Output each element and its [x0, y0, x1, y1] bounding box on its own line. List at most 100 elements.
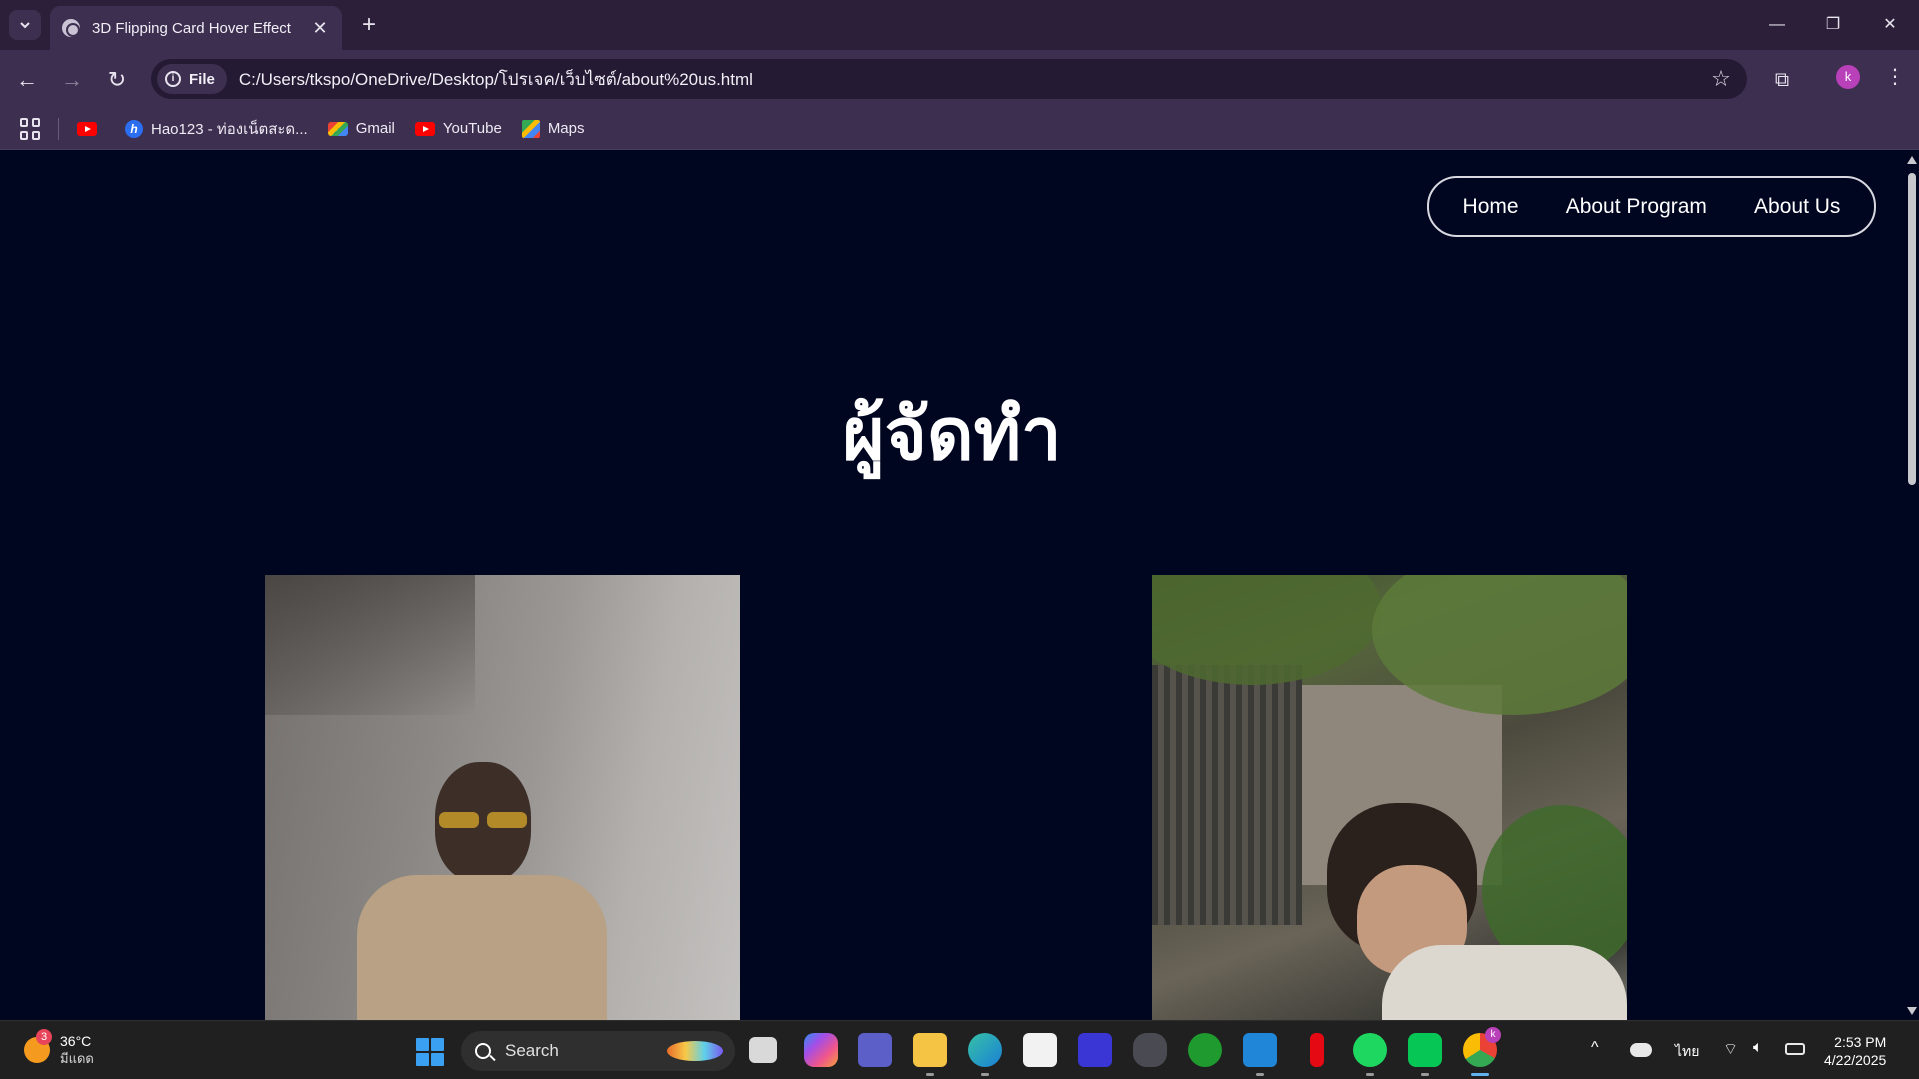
bookmark-label: YouTube [442, 120, 502, 137]
youtube-icon [414, 121, 435, 136]
globe-icon [62, 19, 80, 37]
clock-date: 4/22/2025 [1824, 1052, 1887, 1068]
running-indicator [926, 1073, 934, 1076]
tab-title: 3D Flipping Card Hover Effect [92, 19, 291, 37]
bookmark-gmail[interactable]: Gmail [327, 120, 395, 137]
extensions-puzzle-icon[interactable]: ⧉ [1764, 62, 1800, 98]
windows-start-icon[interactable] [416, 1038, 444, 1066]
chrome-icon[interactable]: k [1463, 1027, 1501, 1067]
bookmark-youtube-shortcut[interactable] [77, 121, 105, 136]
onedrive-cloud-icon[interactable] [1630, 1043, 1652, 1057]
running-indicator [981, 1073, 989, 1076]
bookmark-youtube[interactable]: YouTube [414, 120, 502, 137]
member-card-photo[interactable] [1152, 575, 1627, 1020]
chrome-profile-badge: k [1485, 1027, 1501, 1043]
nav-link-about-program[interactable]: About Program [1566, 195, 1707, 219]
person-shirt [1382, 945, 1627, 1020]
gmail-icon [327, 121, 348, 136]
battery-icon[interactable] [1785, 1043, 1805, 1055]
spotify-icon[interactable] [1353, 1033, 1387, 1067]
sunglasses [439, 812, 479, 828]
youtube-icon [77, 121, 97, 136]
photo-foliage [1152, 575, 1382, 685]
photo-wall-shadow [265, 575, 475, 715]
address-bar[interactable]: i File C:/Users/tkspo/OneDrive/Desktop/โ… [151, 59, 1747, 99]
bookmarks-bar: h Hao123 - ท่องเน็ตสะด... Gmail YouTube … [0, 108, 1919, 150]
task-view-icon[interactable] [749, 1037, 777, 1063]
line-icon[interactable] [1408, 1033, 1442, 1067]
copilot-icon[interactable] [804, 1033, 838, 1067]
wifi-icon[interactable]: ⌔ [1723, 1039, 1738, 1059]
new-tab-button[interactable]: + [354, 10, 384, 40]
teams-icon[interactable] [858, 1033, 892, 1067]
xbox-icon[interactable] [1188, 1033, 1222, 1067]
input-language[interactable]: ไทย [1675, 1041, 1699, 1063]
nav-link-about-us[interactable]: About Us [1754, 195, 1840, 219]
profile-avatar[interactable]: k [1836, 65, 1860, 89]
scrollbar-thumb[interactable] [1908, 173, 1916, 485]
netflix-icon[interactable] [1310, 1033, 1324, 1067]
photo-fence [1152, 665, 1302, 925]
browser-toolbar: ← → ↻ i File C:/Users/tkspo/OneDrive/Des… [0, 50, 1919, 108]
member-card-photo[interactable] [265, 575, 740, 1020]
tab-search-button[interactable] [9, 10, 41, 40]
weather-badge: 3 [36, 1029, 52, 1045]
back-button[interactable]: ← [9, 62, 45, 98]
taskbar-search-label: Search [505, 1041, 559, 1060]
browser-tab[interactable]: 3D Flipping Card Hover Effect ✕ [50, 6, 342, 50]
restore-button[interactable]: ❐ [1809, 8, 1857, 42]
taskbar-search[interactable]: Search [461, 1031, 735, 1071]
clock-time: 2:53 PM [1834, 1034, 1887, 1050]
reload-button[interactable]: ↻ [99, 62, 135, 98]
bookmark-star-icon[interactable]: ☆ [1703, 66, 1739, 92]
sunglasses [487, 812, 527, 828]
tab-close-icon[interactable]: ✕ [310, 18, 330, 39]
more-menu-icon[interactable]: ⋮ [1880, 62, 1910, 92]
page-viewport: Home About Program About Us ผู้จัดทำ [0, 151, 1904, 1020]
bookmark-label: Maps [547, 120, 585, 137]
running-indicator [1366, 1073, 1374, 1076]
scroll-down-arrow-icon[interactable] [1907, 1007, 1917, 1015]
taskbar-clock[interactable]: 2:53 PM 4/22/2025 [1824, 1033, 1886, 1069]
app-icon[interactable] [1078, 1033, 1112, 1067]
close-window-button[interactable]: ✕ [1866, 8, 1914, 42]
minimize-button[interactable]: — [1753, 8, 1801, 42]
bookmark-hao123[interactable]: h Hao123 - ท่องเน็ตสะด... [125, 117, 308, 141]
nav-link-home[interactable]: Home [1463, 195, 1519, 219]
site-info-label: File [189, 70, 215, 88]
site-navigation: Home About Program About Us [1427, 176, 1876, 237]
running-indicator [1421, 1073, 1429, 1076]
chevron-down-icon [20, 22, 30, 29]
url-text[interactable]: C:/Users/tkspo/OneDrive/Desktop/โปรเจค/เ… [239, 66, 1703, 93]
weather-description: มีแดด [60, 1051, 94, 1066]
file-explorer-icon[interactable] [913, 1033, 947, 1067]
running-indicator-active [1471, 1073, 1489, 1076]
maps-icon [521, 119, 540, 138]
running-indicator [1256, 1073, 1264, 1076]
browser-tab-bar: 3D Flipping Card Hover Effect ✕ + — ❐ ✕ [0, 0, 1919, 50]
forward-button[interactable]: → [54, 62, 90, 98]
bookmark-maps[interactable]: Maps [521, 119, 585, 138]
bookmark-label: Hao123 - ท่องเน็ตสะด... [151, 120, 308, 138]
bookmark-label: Gmail [355, 120, 395, 137]
windows-taskbar: 3 36°C มีแดด Search k ^ ไทย ⌔ 🔈︎ 2:53 PM… [0, 1020, 1919, 1079]
scroll-up-arrow-icon[interactable] [1907, 156, 1917, 164]
site-info-chip[interactable]: i File [157, 64, 227, 94]
volume-icon[interactable]: 🔈︎ [1753, 1039, 1763, 1057]
unity-icon[interactable] [1133, 1033, 1167, 1067]
page-scrollbar[interactable] [1904, 151, 1919, 1020]
weather-temperature: 36°C [60, 1033, 92, 1049]
weather-widget[interactable]: 3 36°C มีแดด [24, 1029, 94, 1067]
person-shirt [357, 875, 607, 1020]
search-icon [475, 1043, 491, 1059]
search-highlight-art [667, 1041, 723, 1061]
vscode-icon[interactable] [1243, 1033, 1277, 1067]
tray-overflow-chevron-icon[interactable]: ^ [1591, 1039, 1599, 1057]
hao123-icon: h [125, 119, 143, 138]
page-title: ผู้จัดทำ [842, 392, 1062, 476]
bookmarks-divider [58, 117, 59, 140]
microsoft-store-icon[interactable] [1023, 1033, 1057, 1067]
sun-icon: 3 [24, 1029, 52, 1063]
edge-icon[interactable] [968, 1033, 1002, 1067]
apps-grid-icon[interactable] [20, 117, 42, 140]
